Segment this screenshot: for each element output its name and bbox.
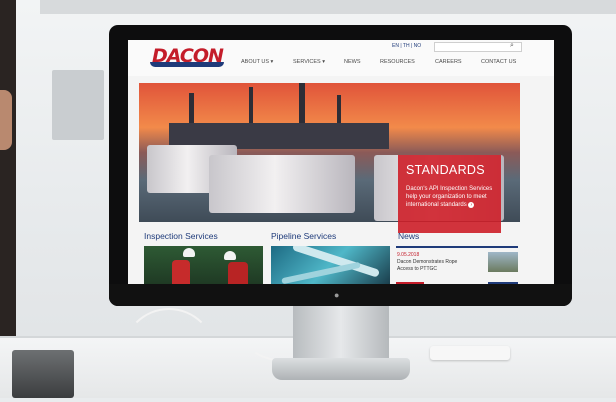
main-nav: ABOUT US ▾ SERVICES ▾ NEWS RESOURCES CAR…: [236, 59, 554, 69]
search-icon[interactable]: ⌕: [510, 42, 514, 50]
phone-on-desk: [430, 346, 510, 360]
search-input[interactable]: [434, 42, 522, 52]
speaker: [12, 350, 74, 398]
section-pipeline-services[interactable]: Pipeline Services: [271, 231, 336, 241]
background-window: [52, 70, 104, 140]
news-accent: [396, 282, 424, 284]
nav-careers[interactable]: CAREERS: [435, 59, 462, 65]
pipe-graphic: [281, 261, 361, 284]
storage-tank: [209, 155, 355, 213]
apple-logo-icon: ●: [334, 290, 340, 300]
news-thumbnail[interactable]: [488, 252, 518, 272]
hero-banner: STANDARDS Dacon's API Inspection Service…: [139, 83, 520, 233]
section-news[interactable]: News: [398, 231, 419, 241]
worker-red-shirt: [172, 260, 190, 284]
worker-helmet: [224, 251, 236, 260]
background-shelf: [40, 0, 616, 14]
logo-swoosh: [150, 62, 224, 67]
arrow-right-icon[interactable]: ›: [468, 202, 475, 208]
cable: [122, 308, 216, 402]
monitor-screen: DACON EN | TH | NO ⌕ ABOUT US ▾ SERVICES…: [128, 40, 554, 284]
standards-callout[interactable]: STANDARDS Dacon's API Inspection Service…: [398, 155, 501, 233]
nav-contact-us[interactable]: CONTACT US: [481, 59, 516, 65]
person-hand: [0, 90, 12, 150]
monitor-stand: [293, 306, 389, 362]
monitor-base: [272, 358, 410, 380]
section-inspection-services[interactable]: Inspection Services: [144, 231, 218, 241]
callout-text: Dacon's API Inspection Services help you…: [406, 186, 493, 208]
news-accent: [488, 282, 518, 284]
worker-red-shirt: [228, 262, 248, 284]
nav-news[interactable]: NEWS: [344, 59, 361, 65]
callout-title: STANDARDS: [406, 163, 485, 177]
site-header: DACON EN | TH | NO ⌕ ABOUT US ▾ SERVICES…: [128, 40, 554, 76]
nav-services[interactable]: SERVICES ▾: [293, 59, 325, 65]
news-headline[interactable]: Dacon Demonstrates Rope Access to PTTGC: [397, 259, 463, 272]
news-date: 9.05.2018: [397, 252, 420, 258]
news-divider: [396, 246, 518, 248]
worker-helmet: [183, 248, 195, 257]
nav-about-us[interactable]: ABOUT US ▾: [241, 59, 273, 65]
inspection-thumbnail[interactable]: [144, 246, 263, 284]
pipeline-thumbnail[interactable]: [271, 246, 390, 284]
monitor-chin: [109, 284, 572, 306]
nav-resources[interactable]: RESOURCES: [380, 59, 415, 65]
language-switcher[interactable]: EN | TH | NO: [392, 43, 421, 49]
